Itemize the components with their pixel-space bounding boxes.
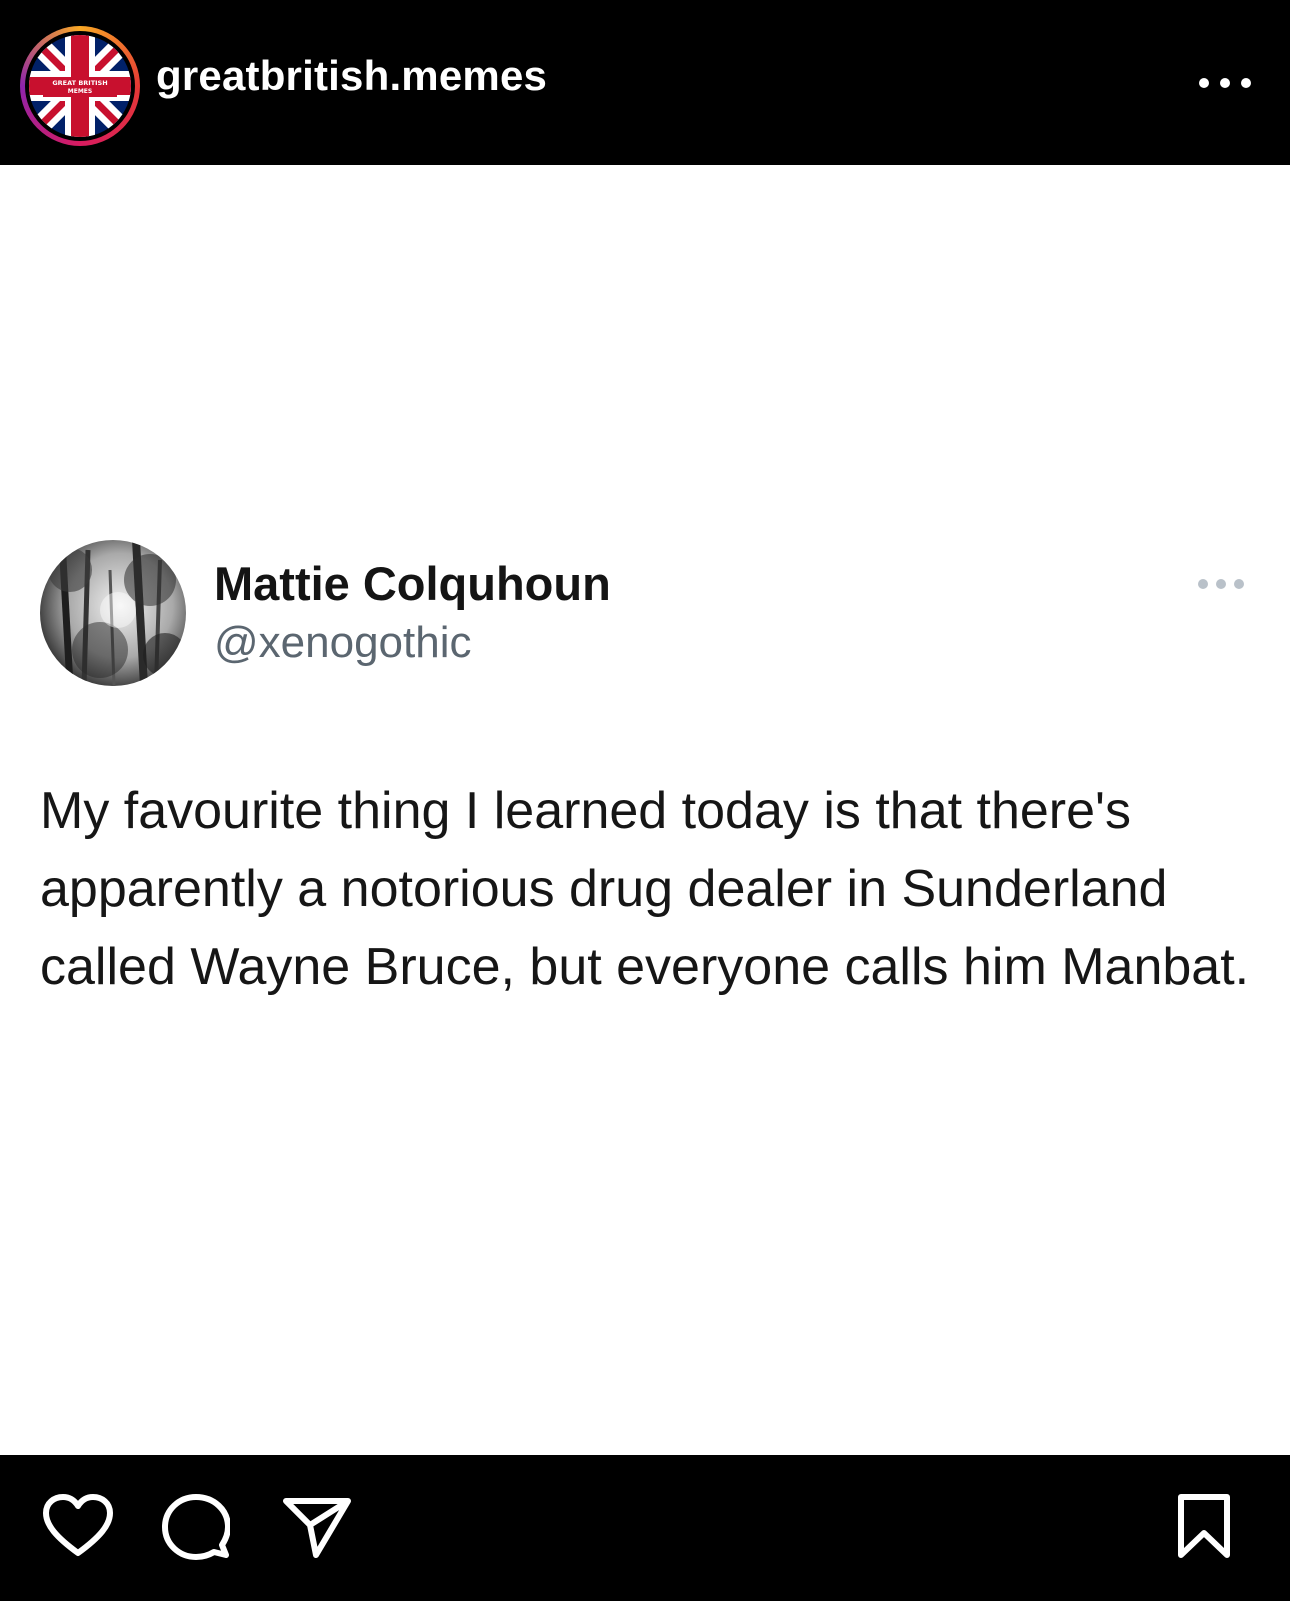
post-header: GREAT BRITISH MEMES greatbritish.memes	[0, 0, 1290, 165]
tweet-text: My favourite thing I learned today is th…	[40, 782, 1250, 996]
more-horizontal-icon	[1196, 576, 1246, 592]
tweet-display-name: Mattie Colquhoun	[214, 557, 611, 610]
bookmark-icon[interactable]	[1176, 1493, 1232, 1559]
tweet-handle: @xenogothic	[214, 618, 472, 667]
heart-icon[interactable]	[42, 1493, 114, 1559]
union-jack-logo: GREAT BRITISH MEMES	[29, 35, 131, 137]
comment-icon[interactable]	[162, 1493, 231, 1561]
svg-text:MEMES: MEMES	[68, 88, 92, 95]
username-link[interactable]: greatbritish.memes	[156, 52, 547, 100]
send-icon[interactable]	[282, 1495, 352, 1559]
svg-text:GREAT BRITISH: GREAT BRITISH	[52, 79, 107, 87]
forest-photo-avatar	[40, 540, 186, 686]
profile-avatar[interactable]: GREAT BRITISH MEMES	[20, 26, 140, 146]
more-horizontal-icon[interactable]	[1196, 70, 1254, 96]
post-action-bar	[0, 1455, 1290, 1601]
